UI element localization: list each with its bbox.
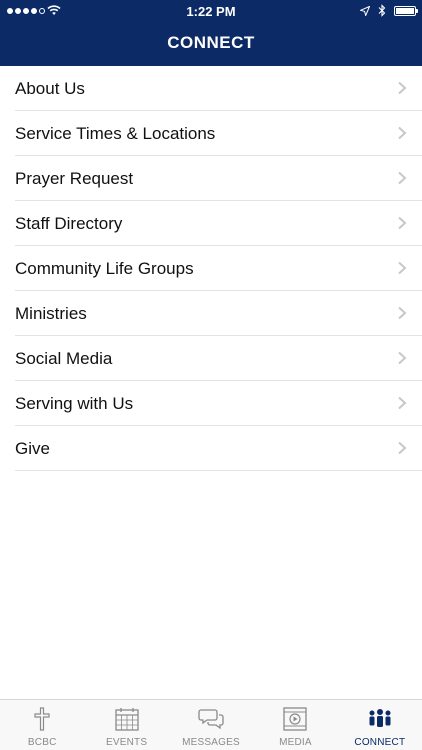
chevron-right-icon	[398, 396, 407, 410]
menu-item-label: Ministries	[15, 303, 87, 323]
chat-bubbles-icon	[198, 709, 224, 730]
tab-connect[interactable]: CONNECT	[338, 700, 422, 750]
tab-label: MEDIA	[279, 737, 312, 748]
tab-label: EVENTS	[106, 737, 148, 748]
menu-item-label: Prayer Request	[15, 168, 134, 188]
chevron-right-icon	[398, 126, 407, 140]
location-arrow-icon	[360, 5, 370, 16]
tab-events[interactable]: EVENTS	[84, 700, 168, 750]
menu-item-prayer-request[interactable]: Prayer Request	[0, 156, 422, 201]
menu-item-serving-with-us[interactable]: Serving with Us	[0, 381, 422, 426]
battery-icon	[394, 5, 418, 16]
menu-item-label: Community Life Groups	[15, 258, 194, 278]
chevron-right-icon	[398, 441, 407, 455]
connect-menu-list: About Us Service Times & Locations Praye…	[0, 66, 422, 471]
menu-item-label: Give	[15, 438, 50, 458]
menu-item-service-times-locations[interactable]: Service Times & Locations	[0, 111, 422, 156]
page-title: CONNECT	[167, 33, 255, 52]
calendar-icon	[114, 708, 139, 731]
tab-label: CONNECT	[354, 737, 406, 748]
tab-bar: BCBC EVENTS MESSAGES MEDIA CONNECT	[0, 699, 422, 750]
tab-label: BCBC	[27, 737, 57, 748]
tab-media[interactable]: MEDIA	[253, 700, 337, 750]
navigation-header: 1:22 PM CONNECT	[0, 0, 422, 66]
menu-item-label: Service Times & Locations	[15, 123, 216, 143]
menu-item-community-life-groups[interactable]: Community Life Groups	[0, 246, 422, 291]
tab-bcbc[interactable]: BCBC	[0, 700, 84, 750]
chevron-right-icon	[398, 81, 407, 95]
status-bar: 1:22 PM	[0, 0, 422, 24]
menu-item-about-us[interactable]: About Us	[0, 66, 422, 111]
film-play-icon	[283, 707, 308, 731]
status-time: 1:22 PM	[186, 4, 236, 19]
tab-messages[interactable]: MESSAGES	[169, 700, 253, 750]
chevron-right-icon	[398, 306, 407, 320]
menu-item-label: Serving with Us	[15, 393, 134, 413]
menu-item-label: Staff Directory	[15, 213, 123, 233]
people-icon	[369, 709, 391, 727]
tab-label: MESSAGES	[182, 737, 240, 748]
chevron-right-icon	[398, 171, 407, 185]
chevron-right-icon	[398, 351, 407, 365]
menu-item-ministries[interactable]: Ministries	[0, 291, 422, 336]
menu-item-social-media[interactable]: Social Media	[0, 336, 422, 381]
menu-item-label: About Us	[15, 78, 85, 98]
bluetooth-icon	[378, 4, 386, 17]
menu-item-label: Social Media	[15, 348, 113, 368]
chevron-right-icon	[398, 261, 407, 275]
cross-icon	[34, 707, 50, 731]
menu-item-staff-directory[interactable]: Staff Directory	[0, 201, 422, 246]
menu-item-give[interactable]: Give	[0, 426, 422, 471]
chevron-right-icon	[398, 216, 407, 230]
